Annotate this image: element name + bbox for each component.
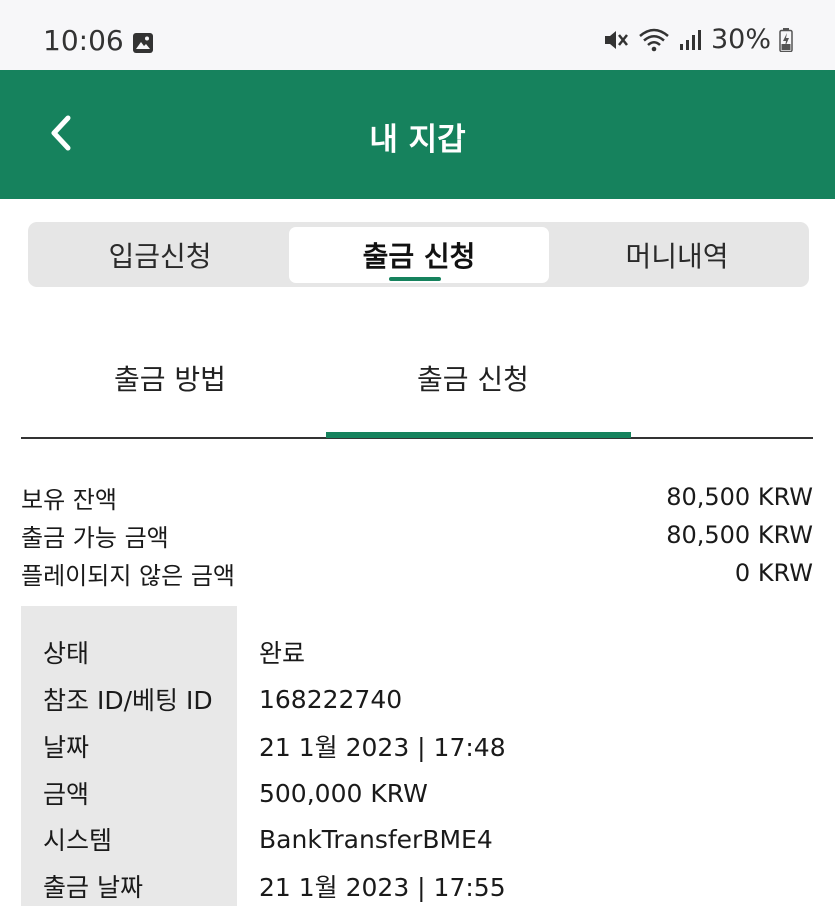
summary-value: 80,500 KRW [666,483,813,511]
status-icons: 30% [603,24,793,55]
detail-row-date: 날짜 21 1월 2023 | 17:48 [21,723,813,769]
detail-value: BankTransferBME4 [259,824,493,854]
detail-row-withdraw-date: 출금 날짜 21 1월 2023 | 17:55 [21,863,813,906]
detail-value: 168222740 [259,684,403,714]
tab-withdraw-request[interactable]: 출금 신청 [417,358,529,398]
detail-label: 금액 [43,780,90,809]
active-segment-indicator [389,277,441,281]
app-bar: 내 지갑 [0,70,835,199]
status-bar: 10:06 30% [0,0,835,70]
detail-label: 날짜 [43,733,90,762]
detail-row-reference-id: 참조 ID/베팅 ID 168222740 [21,676,813,722]
summary-label: 플레이되지 않은 금액 [21,561,235,590]
signal-icon [679,29,701,50]
balance-summary: 보유 잔액 80,500 KRW 출금 가능 금액 80,500 KRW 플레이… [21,478,813,592]
detail-row-amount: 금액 500,000 KRW [21,770,813,816]
detail-label: 출금 날짜 [43,873,143,902]
mute-icon [604,30,628,49]
detail-value: 21 1월 2023 | 17:48 [259,733,506,762]
summary-label: 보유 잔액 [21,485,117,514]
segment-label: 출금 신청 [362,240,476,273]
detail-value: 21 1월 2023 | 17:55 [259,873,506,902]
summary-value: 0 KRW [734,559,813,587]
detail-label: 참조 ID/베팅 ID [43,686,213,715]
status-time: 10:06 [43,24,124,57]
gallery-notification-icon [133,33,153,53]
summary-label: 출금 가능 금액 [21,523,169,552]
wifi-icon [639,28,669,51]
summary-row-unplayed: 플레이되지 않은 금액 0 KRW [21,554,813,592]
detail-row-system: 시스템 BankTransferBME4 [21,816,813,862]
page-title: 내 지갑 [369,122,466,158]
battery-percent: 30% [710,24,771,55]
summary-value: 80,500 KRW [666,521,813,549]
detail-row-status: 상태 완료 [21,629,813,675]
withdraw-subtabs: 출금 방법 출금 신청 [21,340,813,440]
detail-value: 완료 [259,639,306,668]
segment-withdraw-request[interactable]: 출금 신청 [289,227,549,283]
segment-money-history[interactable]: 머니내역 [547,227,807,283]
detail-value: 500,000 KRW [259,778,428,808]
detail-label: 시스템 [43,826,113,855]
battery-charging-icon [779,27,793,52]
withdraw-detail-table: 상태 완료 참조 ID/베팅 ID 168222740 날짜 21 1월 202… [21,606,813,906]
summary-row-withdrawable: 출금 가능 금액 80,500 KRW [21,516,813,554]
tab-withdraw-method[interactable]: 출금 방법 [114,358,226,398]
segment-deposit-request[interactable]: 입금신청 [30,227,290,283]
summary-row-balance: 보유 잔액 80,500 KRW [21,478,813,516]
detail-label: 상태 [43,639,90,668]
wallet-segmented-control: 입금신청 출금 신청 머니내역 [28,222,809,287]
active-tab-indicator [326,432,631,438]
